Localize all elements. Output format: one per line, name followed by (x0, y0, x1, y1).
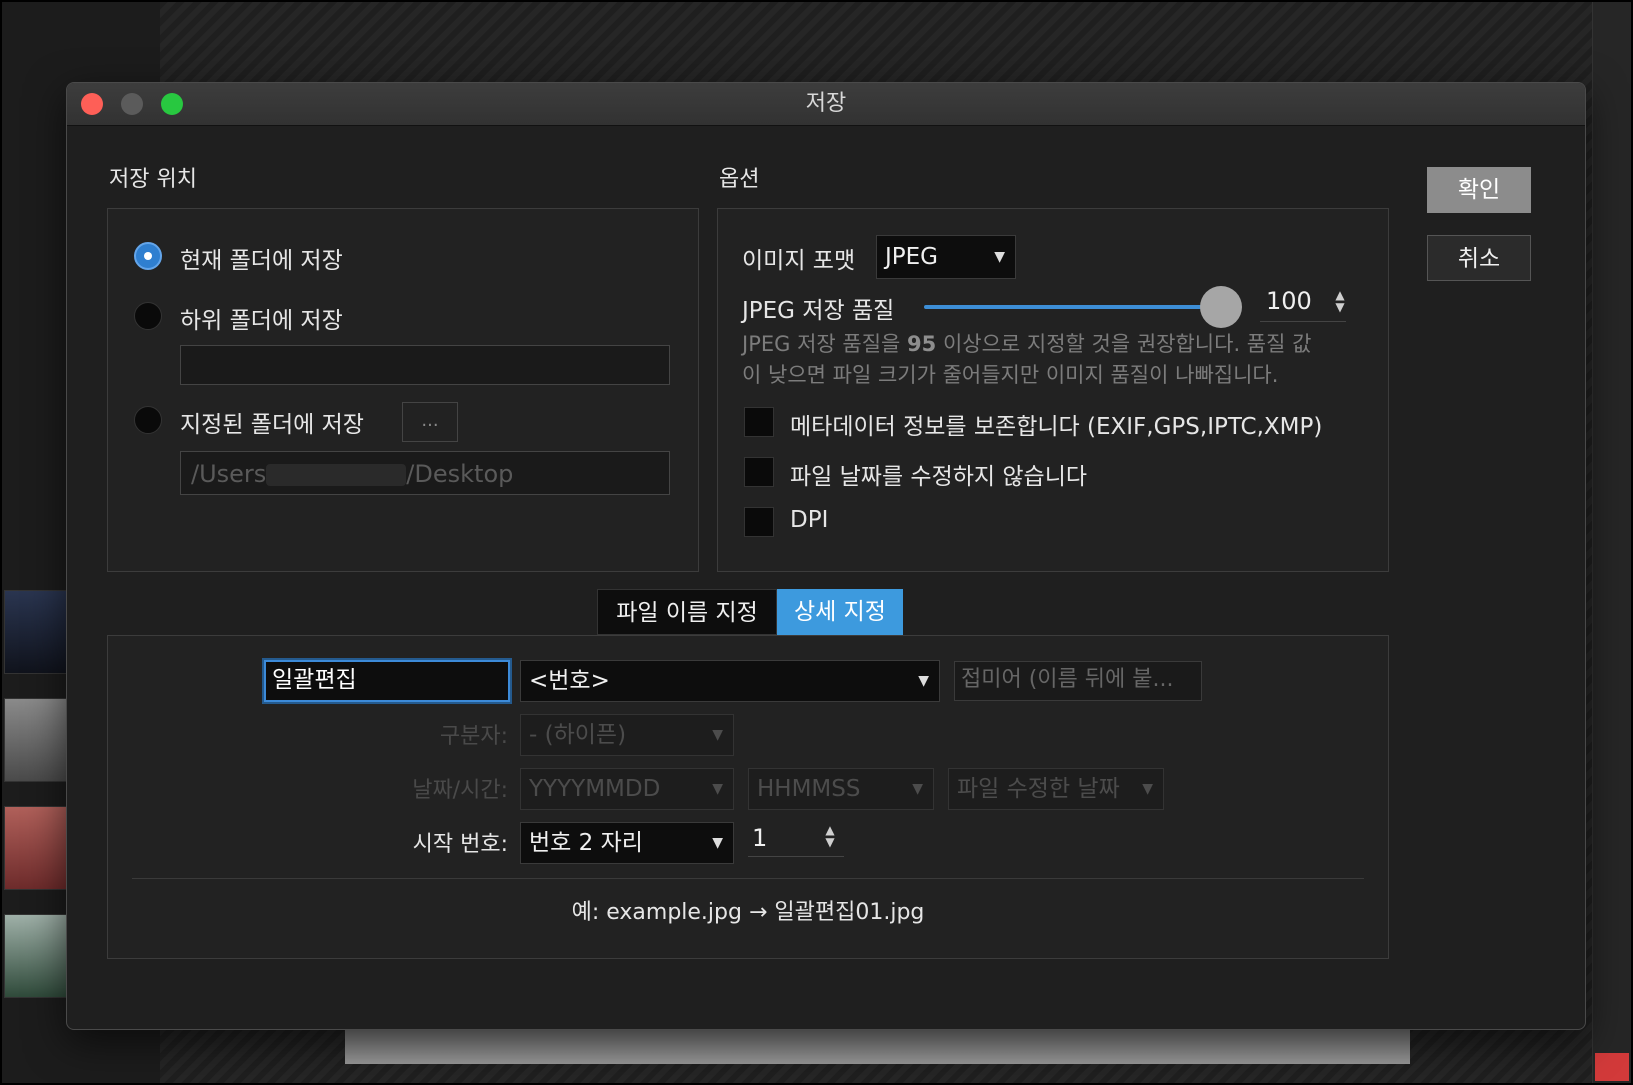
radio-subfolder-label: 하위 폴더에 저장 (180, 308, 343, 334)
chevron-down-icon: ▼ (994, 249, 1005, 265)
location-section-label: 저장 위치 (109, 167, 197, 192)
chevron-down-icon: ▼ (712, 781, 723, 797)
tab-file-name[interactable]: 파일 이름 지정 (597, 589, 777, 635)
file-date-checkbox[interactable] (744, 457, 774, 487)
options-section-label: 옵션 (719, 167, 760, 192)
prefix-input[interactable]: 일괄편집 (264, 660, 510, 702)
start-number-stepper[interactable]: ▲ ▼ (822, 824, 838, 848)
background-right-strip (1592, 0, 1633, 1085)
date-source-value: 파일 수정한 날짜 (957, 776, 1120, 802)
folder-path-suffix: /Desktop (406, 460, 514, 488)
radio-specified-folder-label: 지정된 폴더에 저장 (180, 412, 364, 438)
dpi-checkbox-label: DPI (790, 507, 829, 533)
date-format-select[interactable]: YYYYMMDD ▼ (520, 768, 734, 810)
start-number-value[interactable]: 1 (752, 824, 767, 852)
stepper-down-icon[interactable]: ▼ (822, 836, 838, 848)
stepper-down-icon[interactable]: ▼ (1332, 301, 1348, 313)
location-group: 현재 폴더에 저장 하위 폴더에 저장 지정된 폴더에 저장 ... /User… (107, 208, 699, 572)
redacted-username (266, 464, 407, 486)
thumbnail[interactable] (4, 914, 68, 998)
background-corner (1595, 1053, 1629, 1081)
quality-hint: JPEG 저장 품질을 95 이상으로 지정할 것을 권장합니다. 품질 값 이… (742, 329, 1362, 391)
tab-detail[interactable]: 상세 지정 (777, 589, 903, 635)
time-format-value: HHMMSS (757, 776, 861, 802)
time-format-select[interactable]: HHMMSS ▼ (748, 768, 934, 810)
separator-label: 구분자: (439, 724, 508, 749)
metadata-checkbox-label: 메타데이터 정보를 보존합니다 (EXIF,GPS,IPTC,XMP) (790, 414, 1323, 440)
chevron-down-icon: ▼ (912, 781, 923, 797)
quality-slider-knob[interactable] (1200, 286, 1242, 328)
hint-bold: 95 (907, 332, 937, 356)
separator-value: - (하이픈) (529, 722, 627, 748)
start-number-underline (748, 856, 844, 857)
example-text: 예: example.jpg → 일괄편집01.jpg (571, 900, 925, 925)
radio-specified-folder[interactable] (134, 406, 162, 434)
folder-path-input[interactable]: /Users/Desktop (180, 451, 670, 495)
thumbnail[interactable] (4, 806, 68, 890)
dpi-checkbox[interactable] (744, 507, 774, 537)
radio-current-folder-label: 현재 폴더에 저장 (180, 248, 343, 274)
hint-line-2: 이 낮으면 파일 크기가 줄어들지만 이미지 품질이 나빠집니다. (742, 363, 1279, 387)
zoom-button[interactable] (161, 93, 183, 115)
radio-current-folder[interactable] (134, 242, 162, 270)
window-title: 저장 (805, 91, 847, 116)
chevron-down-icon: ▼ (712, 727, 723, 743)
save-dialog: 저장 저장 위치 현재 폴더에 저장 하위 폴더에 저장 지정된 폴더에 저장 … (66, 82, 1586, 1030)
divider (132, 878, 1364, 879)
datetime-label: 날짜/시간: (412, 778, 508, 803)
image-format-label: 이미지 포맷 (742, 248, 856, 274)
start-number-label: 시작 번호: (412, 832, 508, 857)
options-group: 이미지 포맷 JPEG ▼ JPEG 저장 품질 100 ▲ ▼ JPEG 저장… (717, 208, 1389, 572)
radio-subfolder[interactable] (134, 302, 162, 330)
ok-button[interactable]: 확인 (1427, 167, 1531, 213)
separator-select[interactable]: - (하이픈) ▼ (520, 714, 734, 756)
hint-text: JPEG 저장 품질을 (742, 332, 908, 356)
jpeg-quality-label: JPEG 저장 품질 (742, 298, 895, 324)
thumbnail[interactable] (4, 590, 68, 674)
chevron-down-icon: ▼ (1142, 781, 1153, 797)
metadata-checkbox[interactable] (744, 407, 774, 437)
date-format-value: YYYYMMDD (529, 776, 661, 802)
quality-stepper[interactable]: ▲ ▼ (1332, 289, 1348, 313)
digits-select[interactable]: 번호 2 자리 ▼ (520, 822, 734, 864)
quality-value[interactable]: 100 (1266, 287, 1312, 315)
folder-path-prefix: /Users (191, 460, 267, 488)
subfolder-input[interactable] (180, 345, 670, 385)
minimize-button[interactable] (121, 93, 143, 115)
chevron-down-icon: ▼ (918, 673, 929, 689)
close-button[interactable] (81, 93, 103, 115)
pattern-value: <번호> (529, 668, 610, 694)
title-bar: 저장 (67, 83, 1585, 126)
date-source-select[interactable]: 파일 수정한 날짜 ▼ (948, 768, 1164, 810)
image-format-value: JPEG (885, 244, 939, 270)
image-format-select[interactable]: JPEG ▼ (876, 235, 1016, 279)
hint-text-end: 이상으로 지정할 것을 권장합니다. 품질 값 (936, 332, 1312, 356)
naming-panel: 일괄편집 <번호> ▼ 접미어 (이름 뒤에 붙... 구분자: - (하이픈)… (107, 635, 1389, 959)
pattern-select[interactable]: <번호> ▼ (520, 660, 940, 702)
suffix-input[interactable]: 접미어 (이름 뒤에 붙... (954, 661, 1202, 701)
chevron-down-icon: ▼ (712, 835, 723, 851)
quality-value-underline (1260, 321, 1346, 322)
cancel-button[interactable]: 취소 (1427, 235, 1531, 281)
file-date-checkbox-label: 파일 날짜를 수정하지 않습니다 (790, 464, 1088, 490)
browse-folder-button[interactable]: ... (402, 402, 458, 442)
quality-slider[interactable] (924, 305, 1214, 309)
thumbnail[interactable] (4, 698, 68, 782)
digits-value: 번호 2 자리 (529, 830, 643, 856)
